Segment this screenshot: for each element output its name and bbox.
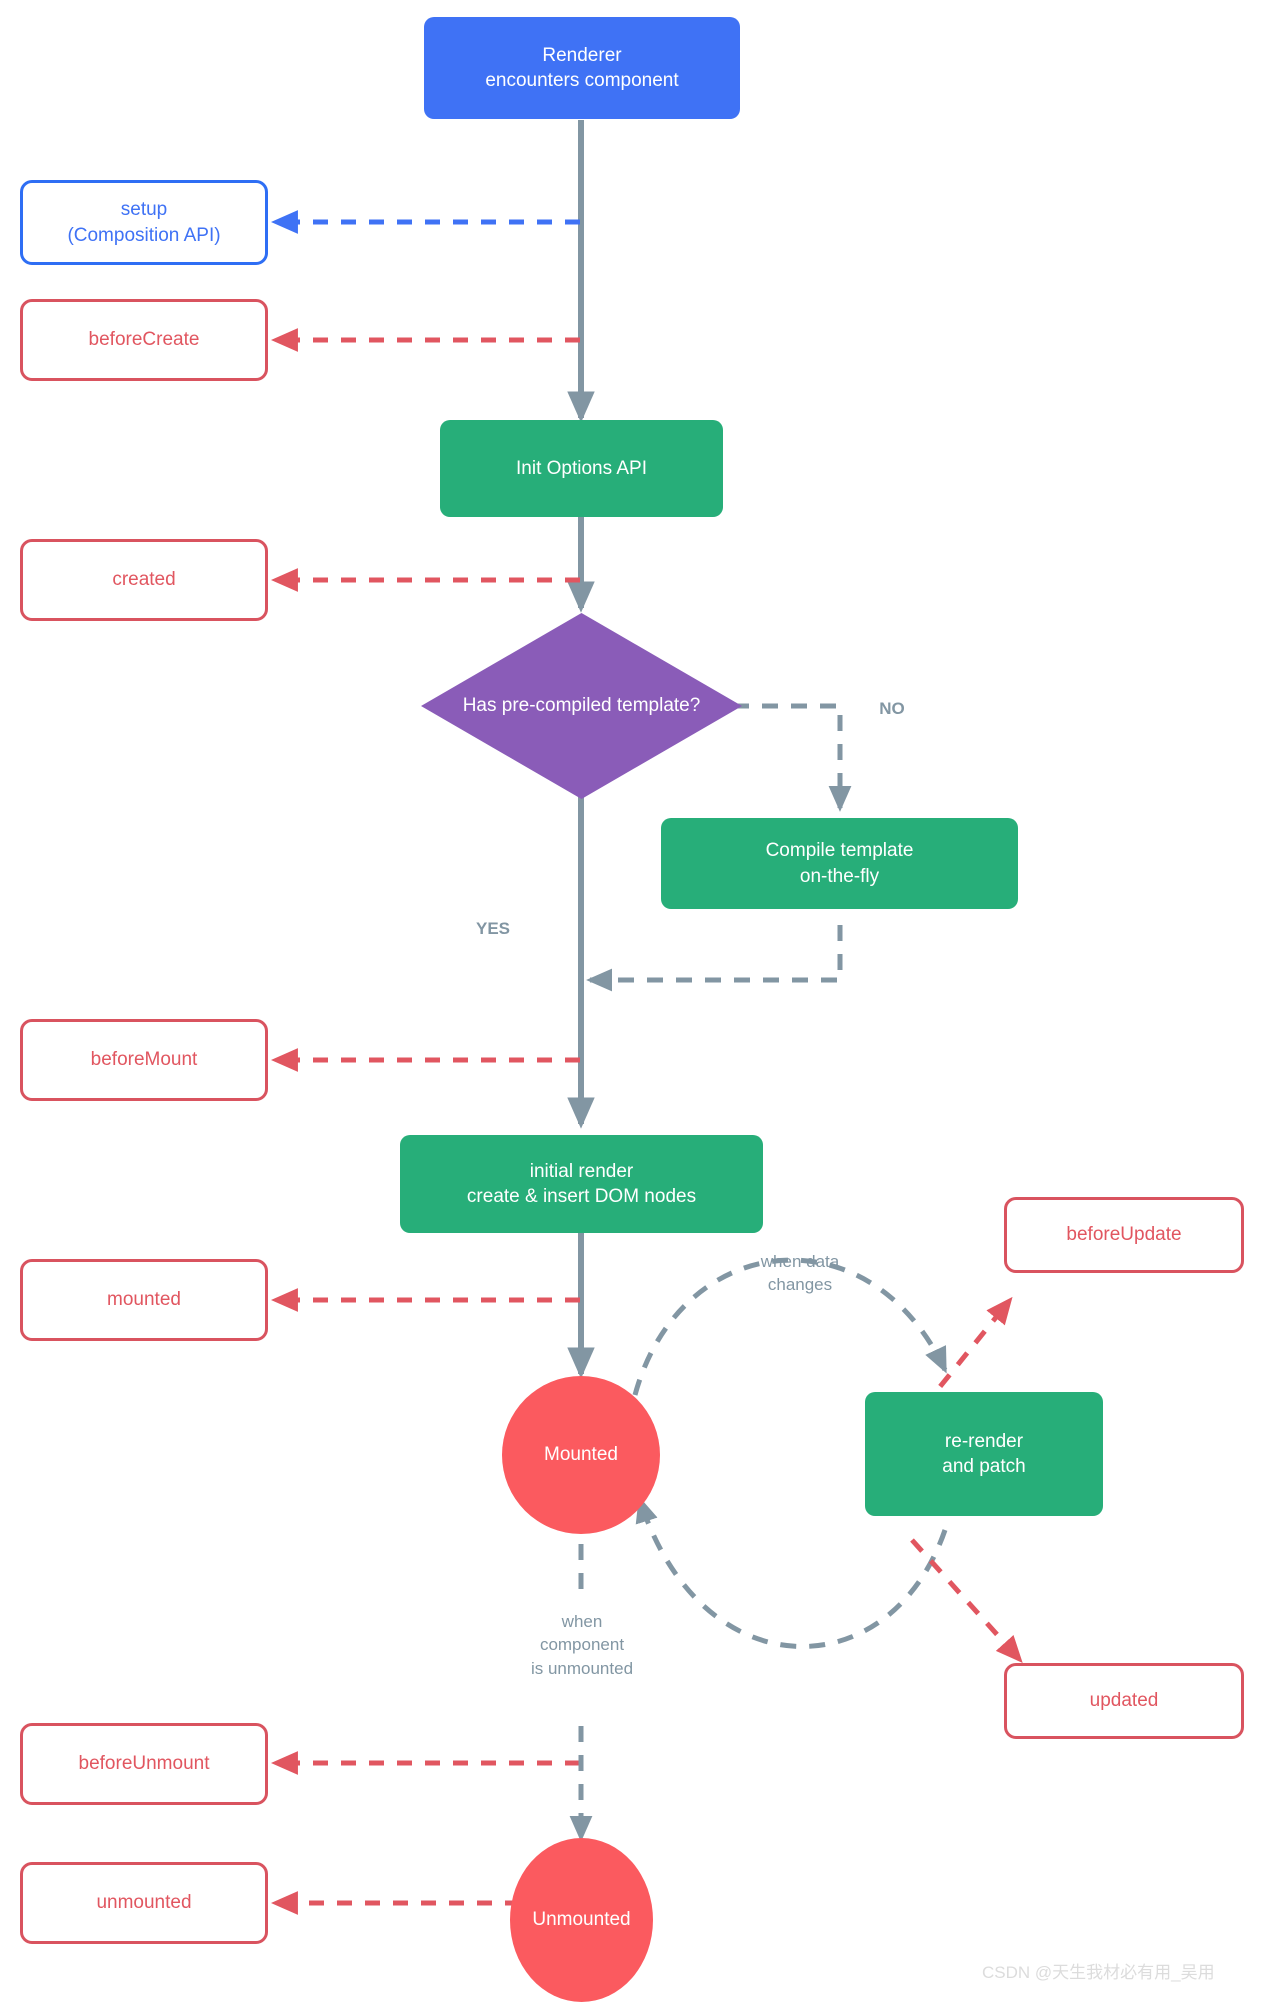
- node-re-render-label: re-render and patch: [942, 1430, 1026, 1477]
- node-mounted-hook-label: mounted: [107, 1289, 181, 1311]
- node-mounted-hook[interactable]: mounted: [20, 1259, 268, 1341]
- edge-rerender-to-mounted: [635, 1496, 948, 1649]
- node-updated[interactable]: updated: [1004, 1663, 1244, 1739]
- node-before-create-label: beforeCreate: [88, 329, 200, 351]
- node-renderer-label: Renderer encounters component: [485, 44, 679, 91]
- node-init-options-api[interactable]: Init Options API: [440, 420, 723, 517]
- csdn-watermark: CSDN @天生我材必有用_吴用: [982, 1963, 1215, 1982]
- node-mounted-state-label: Mounted: [544, 1444, 618, 1466]
- node-compile-template-on-the-fly[interactable]: Compile template on-the-fly: [661, 818, 1018, 909]
- node-updated-label: updated: [1089, 1690, 1159, 1712]
- edge-label-yes: YES: [475, 919, 511, 938]
- node-setup-label: setup (Composition API): [67, 199, 221, 246]
- node-mounted-state[interactable]: Mounted: [502, 1376, 660, 1534]
- node-unmounted-state[interactable]: Unmounted: [510, 1838, 653, 2002]
- node-created-label: created: [112, 569, 176, 591]
- node-initial-render-label: initial render create & insert DOM nodes: [466, 1160, 697, 1207]
- node-init-options-label: Init Options API: [516, 457, 647, 479]
- node-re-render-and-patch[interactable]: re-render and patch: [865, 1392, 1103, 1516]
- node-before-unmount[interactable]: beforeUnmount: [20, 1723, 268, 1805]
- edge-compile-back-to-spine: [586, 925, 843, 992]
- node-before-unmount-label: beforeUnmount: [78, 1753, 210, 1775]
- node-created[interactable]: created: [20, 539, 268, 621]
- node-before-update[interactable]: beforeUpdate: [1004, 1197, 1244, 1273]
- node-before-update-label: beforeUpdate: [1066, 1224, 1182, 1246]
- node-decision-label: Has pre-compiled template?: [462, 694, 701, 716]
- edge-label-when-data-changes: when data changes: [760, 1252, 840, 1295]
- node-unmounted-hook-label: unmounted: [96, 1892, 192, 1914]
- edge-label-no: NO: [879, 699, 905, 718]
- node-unmounted-state-label: Unmounted: [532, 1909, 631, 1931]
- node-initial-render[interactable]: initial render create & insert DOM nodes: [400, 1135, 763, 1233]
- lifecycle-diagram: Renderer encounters component setup (Com…: [0, 0, 1266, 2002]
- node-has-precompiled-template-decision[interactable]: Has pre-compiled template?: [421, 613, 742, 799]
- node-before-mount[interactable]: beforeMount: [20, 1019, 268, 1101]
- node-compile-template-label: Compile template on-the-fly: [765, 840, 914, 887]
- node-before-create[interactable]: beforeCreate: [20, 299, 268, 381]
- node-renderer-encounters-component[interactable]: Renderer encounters component: [424, 17, 740, 119]
- edge-to-updated: [910, 1538, 1023, 1664]
- edge-no-branch: [733, 703, 852, 812]
- node-before-mount-label: beforeMount: [90, 1049, 198, 1071]
- edge-label-when-component-is-unmounted: when component is unmounted: [530, 1612, 634, 1678]
- node-setup-composition-api[interactable]: setup (Composition API): [20, 180, 268, 265]
- node-unmounted-hook[interactable]: unmounted: [20, 1862, 268, 1944]
